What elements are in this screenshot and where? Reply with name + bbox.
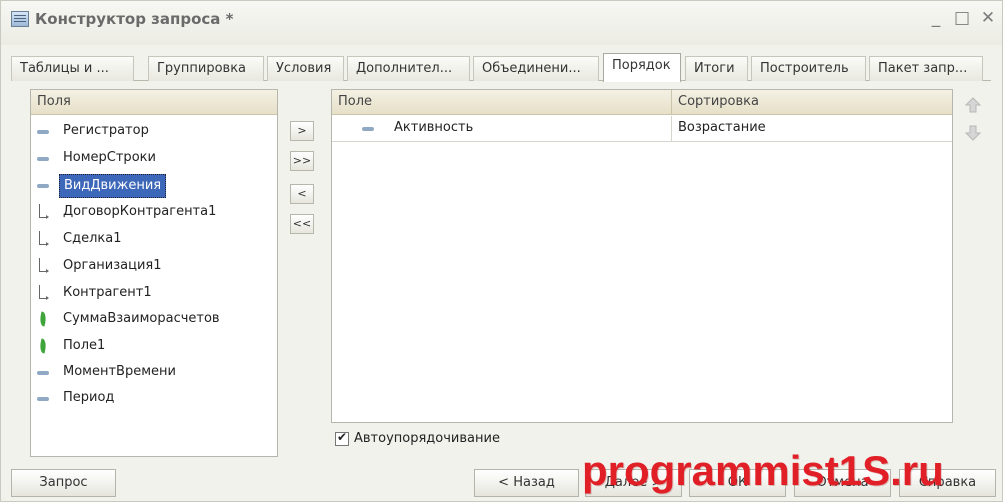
move-down-arrow-icon[interactable] <box>964 124 982 142</box>
hierarchy-icon <box>35 255 53 277</box>
table-icon <box>11 11 29 27</box>
fields-header: Поля <box>31 90 277 115</box>
tab-tables[interactable]: Таблицы и ... <box>11 56 134 81</box>
attribute-icon <box>360 117 378 139</box>
resource-leaf-icon <box>35 308 53 330</box>
tab-strip: Таблицы и ... Группировка Условия Дополн… <box>11 53 991 82</box>
field-label: МоментВремени <box>63 364 176 379</box>
field-label: ВидДвижения <box>59 174 167 198</box>
hierarchy-icon <box>35 201 53 223</box>
tab-builder[interactable]: Построитель <box>751 56 866 81</box>
site-watermark: programmist1S.ru <box>582 447 944 494</box>
field-label: Период <box>63 390 115 405</box>
add-field-button[interactable]: > <box>290 121 314 141</box>
attribute-icon <box>35 387 53 409</box>
field-label: Организация1 <box>63 258 162 273</box>
remove-all-fields-button[interactable]: << <box>290 214 314 234</box>
hierarchy-icon <box>35 228 53 250</box>
column-header-field[interactable]: Поле <box>332 90 671 115</box>
attribute-icon <box>35 147 53 169</box>
add-all-fields-button[interactable]: >> <box>290 151 314 171</box>
title-bar: Конструктор запроса * _ □ ✕ <box>1 1 1002 45</box>
tab-totals[interactable]: Итоги <box>685 56 748 81</box>
column-header-sort[interactable]: Сортировка <box>671 90 952 115</box>
field-label: Поле1 <box>63 338 106 353</box>
tab-grouping[interactable]: Группировка <box>148 56 264 81</box>
back-button[interactable]: < Назад <box>474 469 579 497</box>
row-field-cell: Активность <box>394 120 474 135</box>
minimize-button[interactable]: _ <box>925 7 947 29</box>
hierarchy-icon <box>35 282 53 304</box>
field-label: ДоговорКонтрагента1 <box>63 204 217 219</box>
auto-order-checkbox[interactable] <box>335 430 349 446</box>
auto-order-label: Автоупорядочивание <box>354 431 500 446</box>
field-label: Контрагент1 <box>63 285 152 300</box>
field-label: НомерСтроки <box>63 150 156 165</box>
field-label: СуммаВзаиморасчетов <box>63 311 220 326</box>
resource-leaf-icon <box>35 335 53 357</box>
query-builder-window: Конструктор запроса * _ □ ✕ Таблицы и ..… <box>0 0 1003 502</box>
order-table[interactable]: Поле Сортировка Активность Возрастание <box>331 89 953 423</box>
query-button[interactable]: Запрос <box>11 469 116 497</box>
attribute-icon <box>35 174 53 196</box>
attribute-icon <box>35 361 53 383</box>
remove-field-button[interactable]: < <box>290 184 314 204</box>
table-row[interactable]: Активность Возрастание <box>332 116 952 142</box>
close-button[interactable]: ✕ <box>977 7 999 29</box>
tab-union[interactable]: Объединени... <box>473 56 599 81</box>
tab-order[interactable]: Порядок <box>603 53 681 82</box>
move-up-arrow-icon[interactable] <box>964 96 982 114</box>
tab-conditions[interactable]: Условия <box>267 56 344 81</box>
row-sort-cell[interactable]: Возрастание <box>678 120 766 135</box>
tab-batch[interactable]: Пакет запр... <box>869 56 983 81</box>
attribute-icon <box>35 120 53 142</box>
tab-advanced[interactable]: Дополнител... <box>347 56 470 81</box>
field-label: Сделка1 <box>63 231 122 246</box>
window-title: Конструктор запроса * <box>35 10 234 28</box>
maximize-button[interactable]: □ <box>951 7 973 29</box>
field-label: Регистратор <box>63 123 149 138</box>
